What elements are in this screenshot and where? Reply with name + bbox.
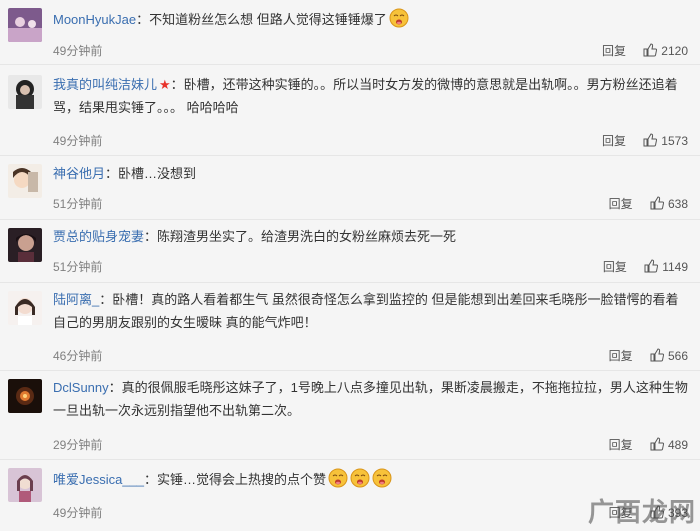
comment-actions: 回复 2120: [602, 42, 688, 59]
comment-actions: 回复 638: [609, 195, 688, 212]
comment-item: 神谷他月：卧槽…没想到 51分钟前 回复 638: [0, 156, 700, 220]
comment-time: 51分钟前: [53, 197, 103, 211]
reply-button[interactable]: 回复: [603, 260, 627, 274]
comment-text: MoonHyukJae：不知道粉丝怎么想 但路人觉得这锤锤爆了: [53, 8, 689, 31]
like-count: 489: [667, 438, 688, 452]
comment-actions: 回复 489: [609, 436, 688, 453]
reply-button[interactable]: 回复: [609, 438, 633, 452]
comment-text: 神谷他月：卧槽…没想到: [53, 162, 689, 185]
comment-username[interactable]: DclSunny: [53, 380, 109, 395]
thumbs-up-icon: [643, 43, 658, 57]
comment-body: ：不知道粉丝怎么想 但路人觉得这锤锤爆了: [136, 12, 387, 27]
comment-time: 49分钟前: [53, 506, 103, 520]
like-count: 1573: [661, 134, 688, 148]
comment-text: 贾总的贴身宠妻：陈翔渣男坐实了。给渣男洗白的女粉丝麻烦去死一死: [53, 225, 689, 248]
avatar[interactable]: [8, 291, 42, 325]
reply-button[interactable]: 回复: [602, 134, 626, 148]
avatar[interactable]: [8, 228, 42, 262]
avatar[interactable]: [8, 75, 42, 109]
emoji-icon: [389, 8, 409, 28]
like-button[interactable]: 1573: [643, 133, 688, 148]
thumbs-up-icon: [644, 259, 659, 273]
comment-username[interactable]: 神谷他月: [53, 166, 105, 181]
comment-username[interactable]: 陆阿离_: [53, 292, 99, 307]
comment-body: ：卧槽！真的路人看着都生气 虽然很奇怪怎么拿到监控的 但是能想到出差回来毛晓彤一…: [53, 292, 679, 330]
comment-actions: 回复 566: [609, 347, 688, 364]
thumbs-up-icon: [643, 133, 658, 147]
comment-body: ：实锤…觉得会上热搜的点个赞: [144, 472, 327, 487]
emoji-icon: [350, 468, 370, 488]
comment-time: 51分钟前: [53, 260, 103, 274]
comment-username[interactable]: 唯爱Jessica___: [53, 472, 144, 487]
comment-time: 29分钟前: [53, 438, 103, 452]
emoji-icon: [328, 468, 348, 488]
star-badge-icon: ★: [159, 77, 171, 92]
like-button[interactable]: 2120: [643, 43, 688, 58]
comment-time: 49分钟前: [53, 134, 103, 148]
comment-item: DclSunny：真的很佩服毛晓彤这妹子了，1号晚上八点多撞见出轨，果断凌晨搬走…: [0, 371, 700, 460]
like-count: 638: [667, 197, 688, 211]
comment-actions: 回复 1573: [602, 132, 688, 149]
emoji-icon: [372, 468, 392, 488]
avatar[interactable]: [8, 379, 42, 413]
site-watermark: 广西龙网: [587, 498, 696, 528]
comment-text: 陆阿离_：卧槽！真的路人看着都生气 虽然很奇怪怎么拿到监控的 但是能想到出差回来…: [53, 288, 689, 334]
comment-text: DclSunny：真的很佩服毛晓彤这妹子了，1号晚上八点多撞见出轨，果断凌晨搬走…: [53, 376, 689, 422]
avatar[interactable]: [8, 468, 42, 502]
comment-actions: 回复 1149: [603, 258, 688, 275]
comment-username[interactable]: 贾总的贴身宠妻: [53, 229, 144, 244]
comment-body: ：真的很佩服毛晓彤这妹子了，1号晚上八点多撞见出轨，果断凌晨搬走，不拖拖拉拉，男…: [53, 380, 688, 418]
like-button[interactable]: 1149: [644, 259, 688, 274]
avatar[interactable]: [8, 8, 42, 42]
like-button[interactable]: 489: [650, 437, 688, 452]
comment-time: 49分钟前: [53, 44, 103, 58]
comment-text: 我真的叫纯洁妹儿 ★：卧槽，还带这种实锤的。。所以当时女方发的微博的意思就是出轨啊…: [53, 73, 689, 119]
comment-body: ：陈翔渣男坐实了。给渣男洗白的女粉丝麻烦去死一死: [144, 229, 457, 244]
comment-item: 我真的叫纯洁妹儿 ★：卧槽，还带这种实锤的。。所以当时女方发的微博的意思就是出轨啊…: [0, 65, 700, 156]
comment-item: 贾总的贴身宠妻：陈翔渣男坐实了。给渣男洗白的女粉丝麻烦去死一死 51分钟前 回复…: [0, 220, 700, 283]
comment-username[interactable]: MoonHyukJae: [53, 12, 136, 27]
comment-time: 46分钟前: [53, 349, 103, 363]
thumbs-up-icon: [650, 196, 664, 210]
avatar[interactable]: [8, 164, 42, 198]
comment-text: 唯爱Jessica___：实锤…觉得会上热搜的点个赞: [53, 468, 689, 491]
like-count: 2120: [661, 44, 688, 58]
comment-item: MoonHyukJae：不知道粉丝怎么想 但路人觉得这锤锤爆了 49分钟前 回复…: [0, 0, 700, 65]
reply-button[interactable]: 回复: [609, 349, 633, 363]
like-count: 566: [667, 349, 688, 363]
like-button[interactable]: 638: [650, 196, 688, 211]
like-button[interactable]: 566: [650, 348, 688, 363]
thumbs-up-icon: [650, 437, 664, 451]
like-count: 1149: [662, 260, 688, 274]
comment-username[interactable]: 我真的叫纯洁妹儿: [53, 77, 157, 92]
comment-item: 陆阿离_：卧槽！真的路人看着都生气 虽然很奇怪怎么拿到监控的 但是能想到出差回来…: [0, 283, 700, 371]
reply-button[interactable]: 回复: [609, 197, 633, 211]
reply-button[interactable]: 回复: [602, 44, 626, 58]
comment-body: ：卧槽…没想到: [105, 166, 197, 181]
thumbs-up-icon: [650, 348, 664, 362]
